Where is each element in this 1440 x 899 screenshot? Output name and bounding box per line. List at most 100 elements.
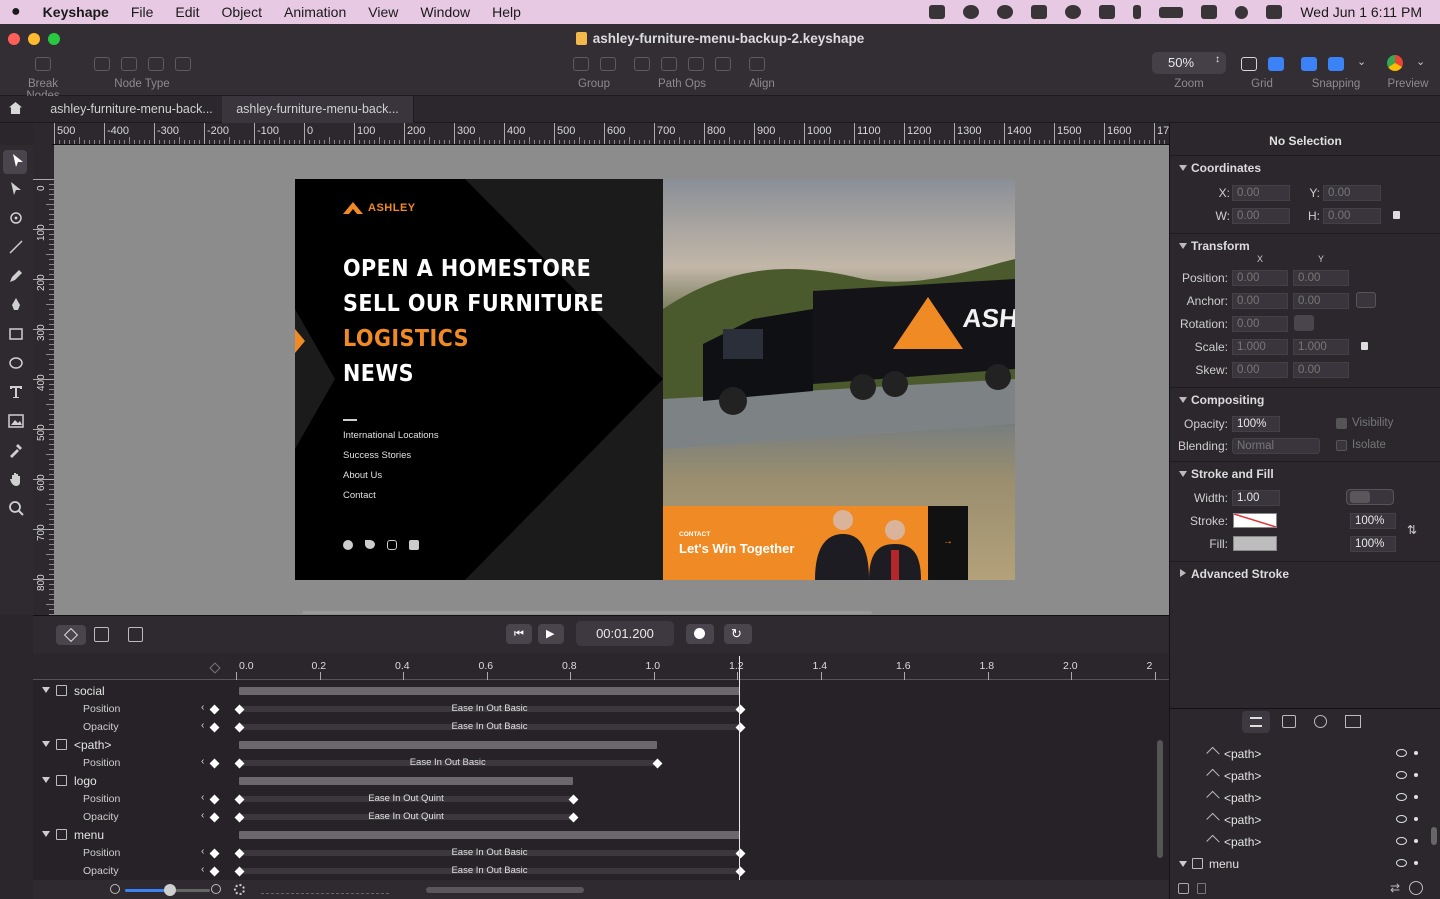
coordinates-title[interactable]: Coordinates xyxy=(1191,161,1261,175)
group-icon[interactable] xyxy=(573,57,589,71)
menu-help[interactable]: Help xyxy=(481,4,532,20)
lock-dot-icon[interactable] xyxy=(1414,773,1418,777)
disclosure-triangle-icon[interactable] xyxy=(42,831,50,837)
fill-opacity-field[interactable]: 100% xyxy=(1350,536,1396,552)
timeline-tracks[interactable]: social Position ‹ Ease In Out Basic Opacity ‹… xyxy=(33,680,1169,880)
swap-icon[interactable]: ⇄ xyxy=(1390,881,1400,895)
easing-presets-icons[interactable] xyxy=(261,885,389,894)
canvas-horizontal-scrollbar[interactable] xyxy=(302,611,872,614)
keyframe-toggle-icon[interactable] xyxy=(209,812,220,823)
visibility-eye-icon[interactable] xyxy=(1396,815,1407,823)
timeline-property-row[interactable]: Opacity ‹ Ease In Out Basic xyxy=(33,718,1153,736)
eyedropper-tool-icon[interactable] xyxy=(8,442,24,458)
vertical-ruler[interactable]: 0 100 200 300 400 500 600 700 800 xyxy=(33,145,54,615)
time-field[interactable]: 00:01.200 xyxy=(576,621,674,646)
lock-aspect-icon[interactable] xyxy=(1393,211,1400,219)
timeline-group-row[interactable]: social xyxy=(33,682,1153,700)
align-icon[interactable] xyxy=(749,57,765,71)
horizontal-ruler[interactable]: 500 -400 -300 -200 -100 0 100 200 300 400 500 600 70… xyxy=(52,123,1169,145)
visibility-eye-icon[interactable] xyxy=(1396,859,1407,867)
keyframe-toggle-icon[interactable] xyxy=(209,848,220,859)
visibility-checkbox[interactable] xyxy=(1336,418,1347,429)
timeline-property-row[interactable]: Position ‹ Ease In Out Basic xyxy=(33,754,1153,772)
menu-object[interactable]: Object xyxy=(211,4,273,20)
menu-clock[interactable]: Wed Jun 1 6:11 PM xyxy=(1300,4,1422,20)
artboard[interactable]: ASHLEY OPEN A HOMESTORE SELL OUR FURNITU… xyxy=(295,179,1015,580)
playhead[interactable] xyxy=(739,656,740,880)
visibility-eye-icon[interactable] xyxy=(1396,771,1407,779)
scale-x-field[interactable]: 1.000 xyxy=(1232,339,1288,355)
swap-stroke-fill-icon[interactable]: ⇅ xyxy=(1407,523,1417,537)
advanced-stroke-title[interactable]: Advanced Stroke xyxy=(1191,567,1289,581)
prev-keyframe-icon[interactable]: ‹ xyxy=(201,846,204,857)
timeline-property-row[interactable]: Position ‹ Ease In Out Quint xyxy=(33,790,1153,808)
zoom-stepper[interactable]: 50% ↕ xyxy=(1152,52,1226,74)
disclosure-triangle-icon[interactable] xyxy=(42,687,50,693)
lock-dot-icon[interactable] xyxy=(1414,751,1418,755)
easing-label[interactable]: Ease In Out Quint xyxy=(239,793,573,804)
more-options-icon[interactable] xyxy=(1409,881,1423,895)
easing-label[interactable]: Ease In Out Basic xyxy=(239,847,740,858)
grid-tab-icon[interactable] xyxy=(1345,715,1361,728)
add-keyframe-icon[interactable] xyxy=(209,662,221,674)
timeline-property-row[interactable]: Position ‹ Ease In Out Basic xyxy=(33,844,1153,862)
timeline-property-row[interactable]: Opacity ‹ Ease In Out Basic xyxy=(33,862,1153,880)
path-union-icon[interactable] xyxy=(634,57,650,71)
pixel-grid-icon[interactable] xyxy=(1268,57,1284,71)
apple-icon[interactable]: ● xyxy=(0,3,32,21)
fox-icon[interactable] xyxy=(929,5,946,19)
w-field[interactable]: 0.00 xyxy=(1232,208,1290,224)
menu-view[interactable]: View xyxy=(357,4,409,20)
rotation-field[interactable]: 0.00 xyxy=(1232,316,1288,332)
disclosure-triangle-icon[interactable] xyxy=(42,777,50,783)
easing-label[interactable]: Ease In Out Basic xyxy=(239,865,740,876)
prev-keyframe-icon[interactable]: ‹ xyxy=(201,792,204,803)
battery-icon[interactable] xyxy=(1159,6,1184,18)
volume-icon[interactable] xyxy=(1099,5,1116,19)
fill-color-swatch[interactable] xyxy=(1233,536,1277,551)
zoom-out-icon[interactable] xyxy=(110,884,120,894)
path-subtract-icon[interactable] xyxy=(661,57,677,71)
stroke-opacity-field[interactable]: 100% xyxy=(1350,513,1396,529)
snapping-dropdown-icon[interactable]: ⌄ xyxy=(1357,55,1366,68)
position-y-field[interactable]: 0.00 xyxy=(1293,270,1349,286)
stroke-fill-disclosure-icon[interactable] xyxy=(1179,471,1187,477)
wifi-icon[interactable] xyxy=(1201,5,1218,19)
node-type-smooth-icon[interactable] xyxy=(121,57,137,71)
keyframe-toggle-icon[interactable] xyxy=(209,866,220,877)
add-layer-icon[interactable] xyxy=(1178,883,1189,894)
snap-objects-icon[interactable] xyxy=(1301,57,1317,71)
stroke-color-swatch[interactable] xyxy=(1233,513,1277,528)
menu-animation[interactable]: Animation xyxy=(273,4,357,20)
h-field[interactable]: 0.00 xyxy=(1323,208,1381,224)
visibility-eye-icon[interactable] xyxy=(1396,749,1407,757)
chrome-browser-icon[interactable] xyxy=(1387,55,1403,71)
ellipse-tool-icon[interactable] xyxy=(8,355,24,371)
timeline-group-row[interactable]: <path> xyxy=(33,736,1153,754)
prev-keyframe-icon[interactable]: ‹ xyxy=(201,756,204,767)
group-duration-bar[interactable] xyxy=(239,687,740,695)
timeline-list-icon[interactable] xyxy=(128,627,143,642)
menu-app-name[interactable]: Keyshape xyxy=(32,4,120,20)
easing-label[interactable]: Ease In Out Basic xyxy=(239,721,740,732)
disclosure-triangle-icon[interactable] xyxy=(1179,861,1187,867)
trash-icon[interactable] xyxy=(1197,883,1206,894)
home-icon[interactable] xyxy=(9,102,22,114)
visibility-eye-icon[interactable] xyxy=(1396,837,1407,845)
node-select-icon[interactable] xyxy=(8,181,24,197)
lock-dot-icon[interactable] xyxy=(1414,817,1418,821)
lock-dot-icon[interactable] xyxy=(1414,795,1418,799)
layer-row[interactable]: <path> xyxy=(1170,809,1427,831)
ungroup-icon[interactable] xyxy=(600,57,616,71)
search-icon[interactable] xyxy=(1235,5,1249,19)
easing-label[interactable]: Ease In Out Basic xyxy=(239,703,740,714)
timeline-vertical-scrollbar[interactable] xyxy=(1157,740,1163,858)
control-center-icon[interactable] xyxy=(1266,5,1283,19)
skew-x-field[interactable]: 0.00 xyxy=(1232,362,1288,378)
timeline-group-row[interactable]: menu xyxy=(33,826,1153,844)
history-icon[interactable] xyxy=(997,5,1014,19)
y-field[interactable]: 0.00 xyxy=(1323,185,1381,201)
stepper-arrows-icon[interactable]: ↕ xyxy=(1215,54,1220,65)
creative-cloud-icon[interactable] xyxy=(963,5,980,19)
compositing-disclosure-icon[interactable] xyxy=(1179,397,1187,403)
